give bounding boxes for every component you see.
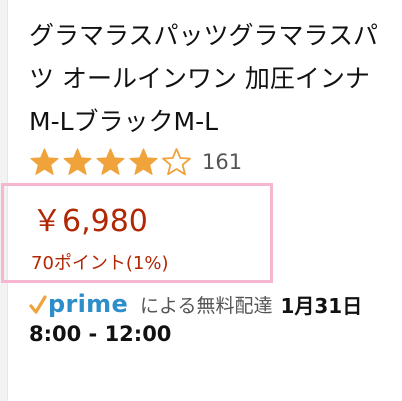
product-title[interactable]: グラマラスパッツグラマラスパ ツ オールインワン 加圧インナ M-LブラックM-… <box>29 14 402 143</box>
delivery-info: prime による無料配達 1月31日 <box>29 288 362 320</box>
delivery-time: 8:00 - 12:00 <box>29 322 172 346</box>
star-rating[interactable] <box>29 147 194 177</box>
prime-logo-text: prime <box>48 290 129 318</box>
price-highlight-box: ￥6,980 70ポイント(1%) <box>1 183 273 283</box>
star-empty-icon <box>161 147 192 177</box>
star-filled-icon <box>29 147 60 177</box>
checkmark-icon <box>29 295 47 314</box>
prime-badge: prime <box>29 290 128 318</box>
star-filled-icon <box>62 147 93 177</box>
review-count-link[interactable]: 161 <box>202 150 242 174</box>
star-filled-icon <box>128 147 159 177</box>
rating-row[interactable]: 161 <box>29 144 242 180</box>
product-title-line: M-LブラックM-L <box>29 107 219 136</box>
delivery-label: による無料配達 <box>140 294 273 317</box>
price-amount: ￥6,980 <box>32 204 148 239</box>
star-filled-icon <box>95 147 126 177</box>
delivery-date: 1月31日 <box>280 293 363 318</box>
product-title-line: グラマラスパッツグラマラスパ <box>29 21 379 50</box>
points-earned: 70ポイント(1%) <box>31 253 169 274</box>
product-title-line: ツ オールインワン 加圧インナ <box>29 64 370 93</box>
